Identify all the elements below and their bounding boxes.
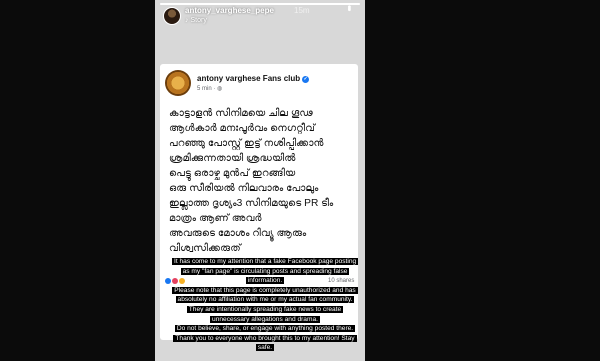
- overlay-text-3: Do not believe, share, or engage with an…: [173, 325, 357, 352]
- post-body-text: കാട്ടാളൻ സിനിമയെ ചില ഗൂഢ ആൾകാർ മനഃപൂർവം …: [169, 108, 334, 254]
- overlay-paragraph-2: Please note that this page is completely…: [172, 286, 358, 324]
- story-username[interactable]: antony_varghese_pepe: [185, 6, 274, 15]
- overlay-text-2: Please note that this page is completely…: [172, 286, 358, 323]
- page-avatar: [165, 70, 191, 96]
- story-header: antony_varghese_pepe 15m ♪ Story •••: [163, 5, 359, 28]
- more-options-icon[interactable]: •••: [343, 5, 354, 10]
- music-note-icon: ♪: [185, 17, 189, 24]
- story-text-overlay: It has come to my attention that a fake …: [172, 257, 359, 353]
- story-time: 15m: [294, 6, 310, 15]
- globe-icon: ◍: [217, 86, 223, 92]
- story-progress-bar: [160, 3, 360, 5]
- like-reaction-icon: [165, 278, 171, 284]
- overlay-paragraph-3: Do not believe, share, or engage with an…: [172, 324, 358, 353]
- right-backdrop: [365, 0, 600, 361]
- story-progress-fill: [160, 3, 360, 5]
- story-subtitle-text: Story: [190, 17, 207, 24]
- story-subtitle: ♪ Story: [185, 17, 207, 24]
- page-name-text: antony varghese Fans club: [197, 74, 301, 83]
- post-time: 5 min · ◍: [197, 86, 223, 92]
- post-time-text: 5 min: [197, 86, 212, 92]
- left-backdrop: [0, 0, 155, 361]
- overlay-paragraph-1: It has come to my attention that a fake …: [172, 257, 359, 286]
- page-name: antony varghese Fans club ✓: [197, 74, 310, 83]
- verified-badge-icon: ✓: [302, 76, 310, 83]
- story-avatar[interactable]: [163, 7, 181, 25]
- overlay-text-1: It has come to my attention that a fake …: [172, 258, 359, 285]
